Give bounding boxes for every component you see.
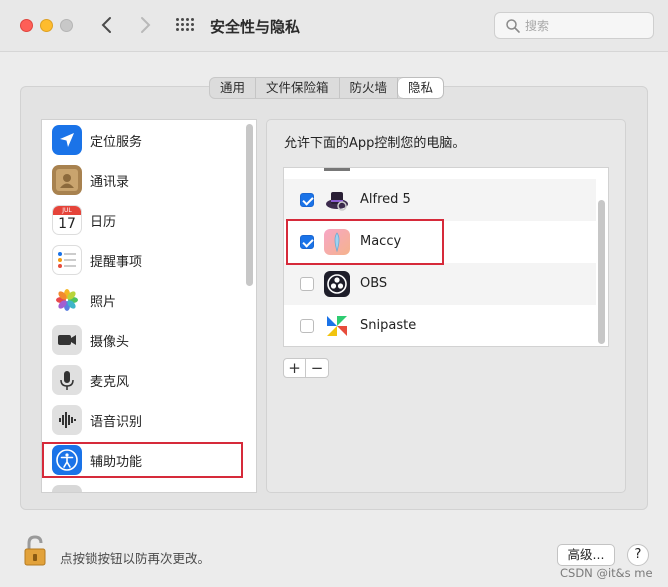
tab-general[interactable]: 通用 bbox=[210, 78, 257, 98]
sidebar-item-calendar[interactable]: JUL 17 日历 bbox=[42, 200, 243, 240]
photos-icon bbox=[52, 285, 82, 315]
sidebar-item-label: 日历 bbox=[90, 215, 117, 230]
tab-bar: 通用 文件保险箱 防火墙 隐私 bbox=[209, 77, 445, 99]
sidebar-item-label: 语音识别 bbox=[90, 415, 143, 430]
zoom-window-button[interactable] bbox=[60, 19, 73, 32]
sidebar-item-photos[interactable]: 照片 bbox=[42, 280, 243, 320]
sidebar-item-contacts[interactable]: 通讯录 bbox=[42, 160, 243, 200]
reminders-icon bbox=[52, 245, 82, 275]
tab-firewall[interactable]: 防火墙 bbox=[340, 78, 399, 98]
speech-recognition-icon bbox=[52, 405, 82, 435]
forward-button[interactable] bbox=[134, 13, 156, 37]
sidebar-item-label: 提醒事项 bbox=[90, 255, 143, 270]
window-title: 安全性与隐私 bbox=[210, 18, 301, 36]
microphone-icon bbox=[52, 365, 82, 395]
app-list[interactable]: Alfred 5 Maccy OBS Snipaste bbox=[283, 167, 609, 347]
selection-highlight-box bbox=[286, 219, 444, 265]
app-row-alfred[interactable]: Alfred 5 bbox=[284, 179, 596, 221]
alfred-icon bbox=[324, 187, 350, 213]
snipaste-checkbox[interactable] bbox=[300, 319, 314, 333]
app-name: Snipaste bbox=[360, 318, 417, 333]
sidebar-item-label: 通讯录 bbox=[90, 175, 130, 190]
help-button[interactable]: ? bbox=[627, 544, 649, 566]
obs-icon bbox=[324, 271, 350, 297]
sidebar-item-microphone[interactable]: 麦克风 bbox=[42, 360, 243, 400]
chevron-left-icon bbox=[101, 17, 111, 33]
sidebar-scrollbar[interactable] bbox=[246, 124, 253, 286]
add-app-button[interactable]: + bbox=[284, 359, 306, 377]
alfred-checkbox[interactable] bbox=[300, 193, 314, 207]
sidebar-item-label: 定位服务 bbox=[90, 135, 143, 150]
sidebar-item-reminders[interactable]: 提醒事项 bbox=[42, 240, 243, 280]
back-button[interactable] bbox=[96, 13, 118, 37]
app-name: Alfred 5 bbox=[360, 192, 411, 207]
minimize-window-button[interactable] bbox=[40, 19, 53, 32]
watermark-text: CSDN @it&s me bbox=[560, 566, 653, 580]
sidebar-item-location-services[interactable]: 定位服务 bbox=[42, 120, 243, 160]
search-field[interactable] bbox=[494, 12, 654, 39]
lock-instruction-text: 点按锁按钮以防再次更改。 bbox=[60, 551, 211, 566]
obs-checkbox[interactable] bbox=[300, 277, 314, 291]
remove-app-button[interactable]: − bbox=[306, 359, 328, 377]
sidebar-item-partial[interactable] bbox=[42, 480, 243, 492]
sidebar-item-label: 照片 bbox=[90, 295, 117, 310]
selection-highlight-box bbox=[42, 442, 243, 478]
partial-category-icon bbox=[52, 485, 82, 492]
search-input[interactable] bbox=[525, 16, 645, 35]
sidebar-item-camera[interactable]: 摄像头 bbox=[42, 320, 243, 360]
camera-icon bbox=[52, 325, 82, 355]
calendar-icon: JUL 17 bbox=[52, 205, 82, 235]
permission-description: 允许下面的App控制您的电脑。 bbox=[284, 136, 466, 151]
close-window-button[interactable] bbox=[20, 19, 33, 32]
app-row-snipaste[interactable]: Snipaste bbox=[284, 305, 596, 346]
tab-filevault[interactable]: 文件保险箱 bbox=[256, 78, 340, 98]
sidebar-item-label: 麦克风 bbox=[90, 375, 130, 390]
contacts-icon bbox=[52, 165, 82, 195]
search-icon bbox=[506, 19, 520, 33]
app-list-scrollbar[interactable] bbox=[598, 200, 605, 344]
lock-icon[interactable] bbox=[22, 534, 50, 568]
app-name: OBS bbox=[360, 276, 388, 291]
chevron-right-icon bbox=[141, 17, 151, 33]
advanced-button[interactable]: 高级... bbox=[557, 544, 615, 566]
sidebar-item-speech-recognition[interactable]: 语音识别 bbox=[42, 400, 243, 440]
scrolled-app-edge bbox=[324, 168, 350, 171]
tab-privacy[interactable]: 隐私 bbox=[398, 78, 444, 98]
system-preferences-window: 安全性与隐私 通用 文件保险箱 防火墙 隐私 定位服务 通讯录 JUL bbox=[0, 0, 668, 587]
title-bar: 安全性与隐私 bbox=[0, 0, 668, 52]
sidebar-item-label: 摄像头 bbox=[90, 335, 130, 350]
app-row-obs[interactable]: OBS bbox=[284, 263, 596, 305]
privacy-category-list[interactable]: 定位服务 通讯录 JUL 17 日历 提醒事项 照片 摄像头 麦克风 语音识别 … bbox=[41, 119, 257, 493]
add-remove-control: + − bbox=[283, 358, 329, 378]
snipaste-icon bbox=[324, 313, 350, 339]
location-arrow-icon bbox=[52, 125, 82, 155]
show-all-grid-icon[interactable] bbox=[176, 18, 194, 36]
